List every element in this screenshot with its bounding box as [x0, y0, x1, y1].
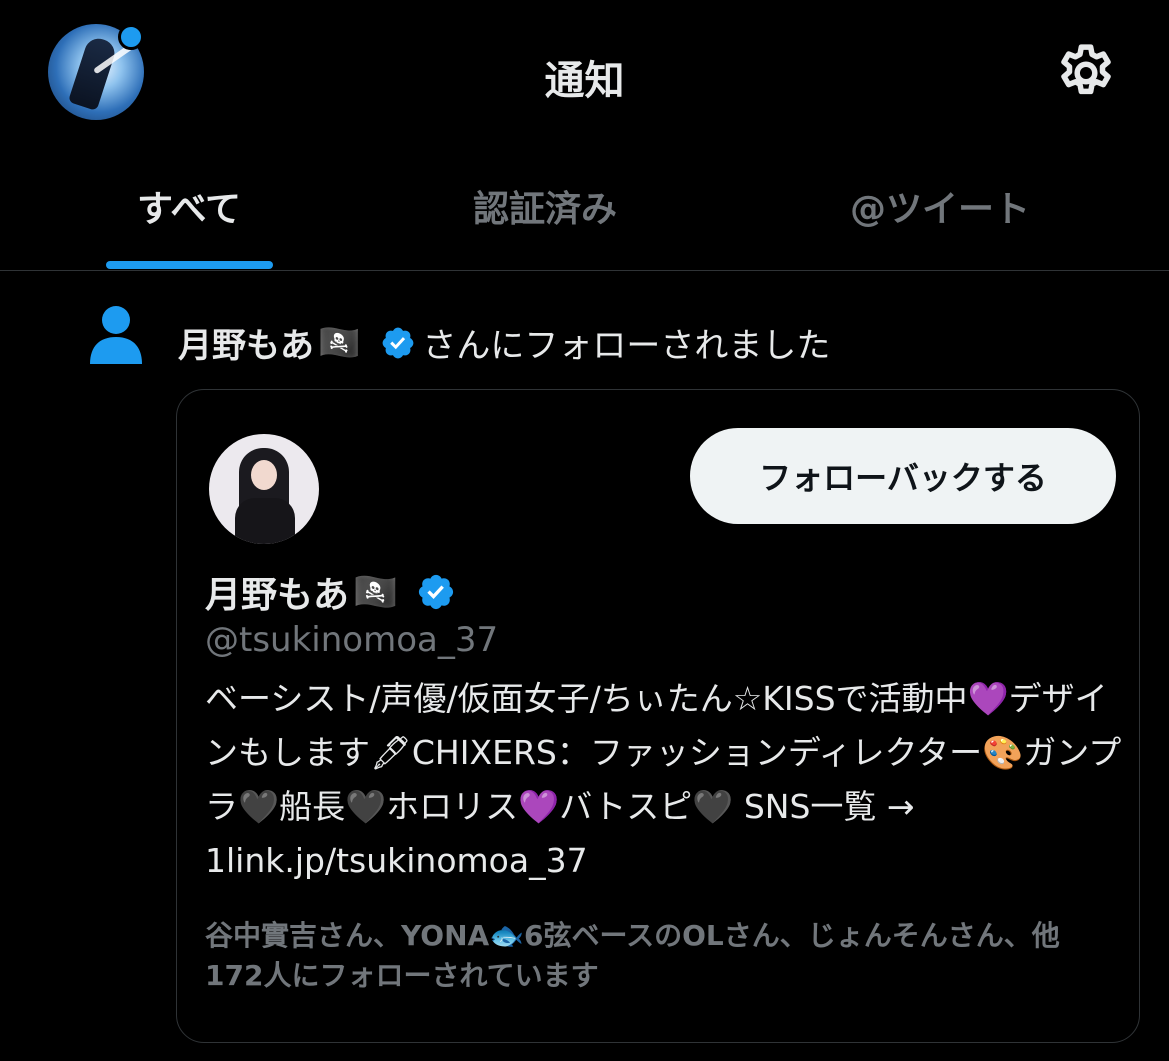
- tab-verified[interactable]: 認証済み: [445, 180, 645, 232]
- notification-user-name[interactable]: 月野もあ: [178, 318, 314, 367]
- notification-text: 月野もあ 🏴‍☠️ さんにフォローされました: [178, 318, 830, 367]
- active-tab-indicator: [106, 261, 273, 269]
- user-avatar[interactable]: [209, 434, 319, 544]
- page-title: 通知: [544, 58, 625, 104]
- follow-back-button[interactable]: フォローバックする: [690, 428, 1116, 524]
- follow-notification[interactable]: 月野もあ 🏴‍☠️ さんにフォローされました: [0, 300, 1169, 380]
- notifications-screen: 通知 すべて 認証済み @ツイート 月野もあ 🏴‍☠️ さんにフォローされました: [0, 0, 1169, 1061]
- gear-icon[interactable]: [1053, 40, 1119, 106]
- unread-dot: [118, 24, 144, 50]
- user-bio: ベーシスト/声優/仮面女子/ちぃたん☆KISSで活動中💜デザインもします🖋CHI…: [205, 679, 1122, 880]
- verified-badge-icon: [382, 327, 414, 358]
- notification-tabs: すべて 認証済み @ツイート: [0, 150, 1169, 271]
- user-display-name[interactable]: 月野もあ 🏴‍☠️: [205, 566, 462, 618]
- verified-badge-icon: [418, 574, 453, 610]
- user-name-text: 月野もあ: [205, 575, 350, 616]
- pirate-flag-emoji: 🏴‍☠️: [353, 572, 398, 613]
- followed-by-text[interactable]: 谷中實吉さん、YONA🐟6弦ベースのOLさん、じょんそんさん、他172人にフォロ…: [205, 916, 1105, 996]
- tab-mentions[interactable]: @ツイート: [820, 180, 1060, 232]
- user-card[interactable]: フォローバックする 月野もあ 🏴‍☠️ @tsukinomoa_37 ベーシスト…: [176, 389, 1140, 1043]
- person-icon: [90, 306, 142, 364]
- user-handle[interactable]: @tsukinomoa_37: [205, 620, 498, 660]
- notification-action: さんにフォローされました: [422, 326, 831, 366]
- pirate-flag-emoji: 🏴‍☠️: [318, 322, 361, 363]
- top-bar: 通知: [0, 0, 1169, 150]
- tab-all[interactable]: すべて: [104, 180, 274, 232]
